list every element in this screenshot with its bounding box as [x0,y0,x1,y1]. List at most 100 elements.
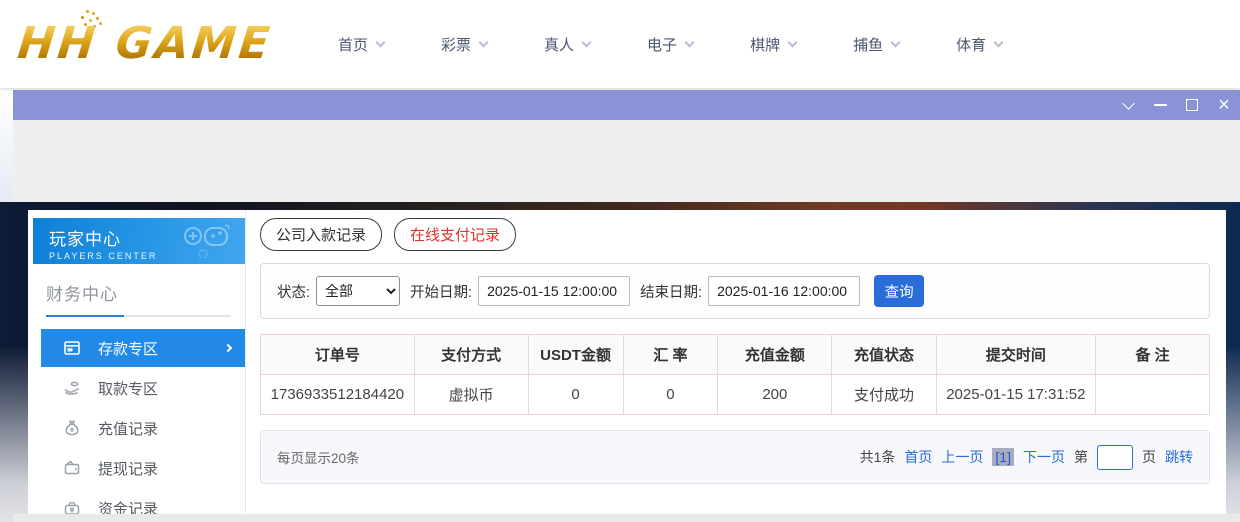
sidebar-item-recharge-records[interactable]: 充值记录 [41,409,245,447]
horizontal-scrollbar[interactable] [13,514,1240,522]
start-date-input[interactable] [478,276,630,306]
section-divider [46,315,231,317]
nav-label: 真人 [544,34,574,55]
window-titlebar [13,90,1240,120]
nav-item-chess[interactable]: 棋牌 [750,34,796,55]
jump-suffix-label: 页 [1142,447,1156,467]
minimize-icon [1154,104,1167,106]
chevron-down-icon [994,37,1004,47]
logo[interactable]: HH GAME [18,14,272,74]
nav-label: 体育 [956,34,986,55]
maximize-icon [1186,99,1198,111]
col-exchange-rate: 汇 率 [623,335,718,375]
col-submit-time: 提交时间 [936,335,1095,375]
deposit-terminal-icon [63,339,81,357]
col-recharge-amount: 充值金额 [718,335,832,375]
money-bag-icon [63,419,81,437]
col-usdt-amount: USDT金额 [528,335,623,375]
payment-records-table: 订单号 支付方式 USDT金额 汇 率 充值金额 充值状态 提交时间 备 注 1… [260,334,1210,415]
table-row: 1736933512184420 虚拟币 0 0 200 支付成功 2025-0… [261,375,1210,415]
cell-remarks [1096,375,1210,415]
sidebar-item-withdrawal-records[interactable]: 提现记录 [41,449,245,487]
nav-label: 电子 [647,34,677,55]
cell-order-number: 1736933512184420 [261,375,415,415]
withdraw-hand-icon [63,379,81,397]
col-order-number: 订单号 [261,335,415,375]
site-header: HH GAME 首页 彩票 真人 电子 棋牌 [0,0,1240,88]
nav-item-fishing[interactable]: 捕鱼 [853,34,899,55]
end-date-input[interactable] [708,276,860,306]
cell-submit-time: 2025-01-15 17:31:52 [936,375,1095,415]
sidebar-item-label: 提现记录 [98,458,158,479]
table-header-row: 订单号 支付方式 USDT金额 汇 率 充值金额 充值状态 提交时间 备 注 [261,335,1210,375]
chevron-down-icon [376,37,386,47]
main-content: 公司入款记录 在线支付记录 状态: 全部 开始日期: 结束日期: 查询 订单号 [246,210,1226,522]
tab-online-payment-records[interactable]: 在线支付记录 [394,218,516,251]
chevron-down-icon [479,37,489,47]
chevron-down-icon [582,37,592,47]
status-label: 状态: [277,281,310,302]
nav-label: 捕鱼 [853,34,883,55]
cell-usdt-amount: 0 [528,375,623,415]
main-nav: 首页 彩票 真人 电子 棋牌 捕鱼 [338,0,1002,88]
jump-prefix-label: 第 [1074,447,1088,467]
window-dropdown-button[interactable] [1112,90,1144,120]
player-center-panel: 玩家中心 PLAYERS CENTER 财务中心 [28,210,1226,522]
cell-payment-method: 虚拟币 [414,375,528,415]
logo-text: HH GAME [16,22,275,66]
nav-item-home[interactable]: 首页 [338,34,384,55]
left-edge-strip [0,88,13,202]
close-button[interactable] [1208,90,1240,120]
prev-page-link[interactable]: 上一页 [941,447,983,467]
chevron-right-icon [224,344,232,352]
page-jump-input[interactable] [1097,445,1133,470]
maximize-button[interactable] [1176,90,1208,120]
nav-item-live[interactable]: 真人 [544,34,590,55]
logo-sparkles-decoration [86,10,89,13]
col-payment-method: 支付方式 [414,335,528,375]
jump-button[interactable]: 跳转 [1165,447,1193,467]
total-count-text: 共1条 [860,447,896,467]
end-date-label: 结束日期: [640,281,702,302]
record-tabs: 公司入款记录 在线支付记录 [260,218,1210,251]
query-button[interactable]: 查询 [874,275,924,307]
window-body-background [13,120,1240,202]
cell-exchange-rate: 0 [623,375,718,415]
nav-item-lottery[interactable]: 彩票 [441,34,487,55]
wallet-icon [63,459,81,477]
current-page-indicator[interactable]: [1] [992,448,1014,466]
page-size-text: 每页显示20条 [277,447,360,467]
sidebar: 玩家中心 PLAYERS CENTER 财务中心 [28,210,246,522]
first-page-link[interactable]: 首页 [904,447,932,467]
minimize-button[interactable] [1144,90,1176,120]
pagination-controls: 共1条 首页 上一页 [1] 下一页 第 页 跳转 [860,445,1193,470]
sidebar-menu: 存款专区 取款专区 [28,325,245,522]
close-icon [1218,95,1230,115]
nav-item-sports[interactable]: 体育 [956,34,1002,55]
col-remarks: 备 注 [1096,335,1210,375]
chevron-down-icon [1122,97,1135,110]
cell-recharge-amount: 200 [718,375,832,415]
gamepad-icon [179,224,231,258]
status-select[interactable]: 全部 [316,276,400,306]
cell-recharge-status: 支付成功 [832,375,936,415]
sidebar-item-label: 充值记录 [98,418,158,439]
nav-label: 首页 [338,34,368,55]
next-page-link[interactable]: 下一页 [1023,447,1065,467]
chevron-down-icon [685,37,695,47]
nav-label: 棋牌 [750,34,780,55]
tab-company-deposit-records[interactable]: 公司入款记录 [260,218,382,251]
chevron-down-icon [891,37,901,47]
sidebar-item-label: 取款专区 [98,378,158,399]
nav-item-electronic[interactable]: 电子 [647,34,693,55]
filter-bar: 状态: 全部 开始日期: 结束日期: 查询 [260,263,1210,319]
sidebar-item-label: 存款专区 [98,338,158,359]
col-recharge-status: 充值状态 [832,335,936,375]
start-date-label: 开始日期: [410,281,472,302]
sidebar-header: 玩家中心 PLAYERS CENTER [33,218,245,264]
sidebar-section-title: 财务中心 [28,264,245,305]
sidebar-item-deposit-zone[interactable]: 存款专区 [41,329,245,367]
pagination-bar: 每页显示20条 共1条 首页 上一页 [1] 下一页 第 页 跳转 [260,430,1210,484]
sidebar-item-withdraw-zone[interactable]: 取款专区 [41,369,245,407]
nav-label: 彩票 [441,34,471,55]
